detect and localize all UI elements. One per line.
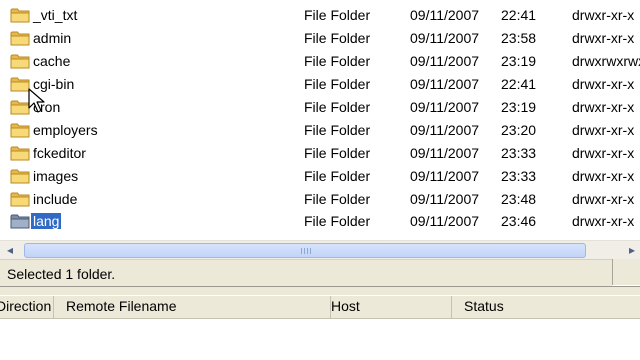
folder-icon [10,145,30,161]
file-row[interactable]: employers File Folder 09/11/2007 23:20 d… [0,119,640,141]
file-type: File Folder [304,191,371,207]
queue-header: Direction Remote Filename Host Status [0,296,640,319]
file-date: 09/11/2007 [410,145,480,161]
file-time: 23:46 [501,213,537,229]
file-time: 23:48 [501,191,537,207]
file-name: admin [33,30,72,46]
scroll-left-arrow-icon[interactable]: ◂ [2,242,18,258]
file-date: 09/11/2007 [410,191,480,207]
file-time: 23:19 [501,53,537,69]
file-row[interactable]: _vti_txt File Folder 09/11/2007 22:41 dr… [0,4,640,26]
file-name: fckeditor [33,145,86,161]
file-name: employers [33,122,98,138]
file-name: _vti_txt [33,7,78,23]
file-type: File Folder [304,53,371,69]
file-type: File Folder [304,7,371,23]
file-type: File Folder [304,122,371,138]
pane-splitter[interactable] [0,286,640,296]
folder-icon [10,213,30,229]
file-type: File Folder [304,168,371,184]
status-bar: Selected 1 folder. [0,259,612,286]
scroll-right-arrow-icon[interactable]: ▸ [624,242,640,258]
file-type: File Folder [304,99,371,115]
file-row[interactable]: cgi-bin File Folder 09/11/2007 22:41 drw… [0,73,640,95]
file-date: 09/11/2007 [410,30,480,46]
file-date: 09/11/2007 [410,7,480,23]
file-time: 23:20 [501,122,537,138]
file-time: 23:58 [501,30,537,46]
folder-icon [10,53,30,69]
horizontal-scrollbar[interactable]: ◂ ▸ [0,240,640,259]
file-type: File Folder [304,76,371,92]
file-permissions: drwxr-xr-x [572,122,635,138]
file-permissions: drwxr-xr-x [572,30,635,46]
file-time: 23:19 [501,99,537,115]
file-permissions: drwxr-xr-x [572,168,635,184]
folder-icon [10,7,30,23]
file-row[interactable]: admin File Folder 09/11/2007 23:58 drwxr… [0,27,640,49]
file-type: File Folder [304,30,371,46]
folder-icon [10,168,30,184]
file-type: File Folder [304,213,371,229]
scroll-grip [310,248,311,254]
scroll-grip [304,248,305,254]
file-name: include [33,191,78,207]
mouse-pointer-icon [28,88,45,113]
file-permissions: drwxrwxrwx [572,53,640,69]
scroll-grip [307,248,308,254]
remote-file-list[interactable]: _vti_txt File Folder 09/11/2007 22:41 dr… [0,0,640,240]
queue-col-host[interactable]: Host [319,296,452,318]
status-text: Selected 1 folder. [7,266,116,282]
folder-icon [10,191,30,207]
folder-icon [10,30,30,46]
file-row[interactable]: images File Folder 09/11/2007 23:33 drwx… [0,165,640,187]
folder-icon [10,76,30,92]
folder-icon [10,99,30,115]
file-time: 23:33 [501,168,537,184]
file-date: 09/11/2007 [410,99,480,115]
queue-col-remote-filename[interactable]: Remote Filename [54,296,331,318]
file-name: lang [31,213,62,229]
queue-col-direction[interactable]: Direction [0,296,54,318]
file-permissions: drwxr-xr-x [572,7,635,23]
file-date: 09/11/2007 [410,122,480,138]
file-date: 09/11/2007 [410,53,480,69]
file-time: 23:33 [501,145,537,161]
file-row[interactable]: lang File Folder 09/11/2007 23:46 drwxr-… [0,210,640,232]
file-time: 22:41 [501,76,537,92]
file-permissions: drwxr-xr-x [572,145,635,161]
queue-col-status[interactable]: Status [452,296,640,318]
file-permissions: drwxr-xr-x [572,213,635,229]
file-row[interactable]: cron File Folder 09/11/2007 23:19 drwxr-… [0,96,640,118]
file-name: cache [33,53,71,69]
file-date: 09/11/2007 [410,168,480,184]
file-name: images [33,168,79,184]
file-row[interactable]: cache File Folder 09/11/2007 23:19 drwxr… [0,50,640,72]
file-date: 09/11/2007 [410,76,480,92]
folder-icon [10,122,30,138]
scrollbar-thumb[interactable] [24,243,586,258]
file-time: 22:41 [501,7,537,23]
transfer-queue-list[interactable] [0,319,640,360]
file-type: File Folder [304,145,371,161]
file-permissions: drwxr-xr-x [572,191,635,207]
file-permissions: drwxr-xr-x [572,99,635,115]
file-permissions: drwxr-xr-x [572,76,635,92]
file-row[interactable]: fckeditor File Folder 09/11/2007 23:33 d… [0,142,640,164]
status-panel [612,259,640,285]
scroll-grip [301,248,302,254]
file-date: 09/11/2007 [410,213,480,229]
file-row[interactable]: include File Folder 09/11/2007 23:48 drw… [0,188,640,210]
